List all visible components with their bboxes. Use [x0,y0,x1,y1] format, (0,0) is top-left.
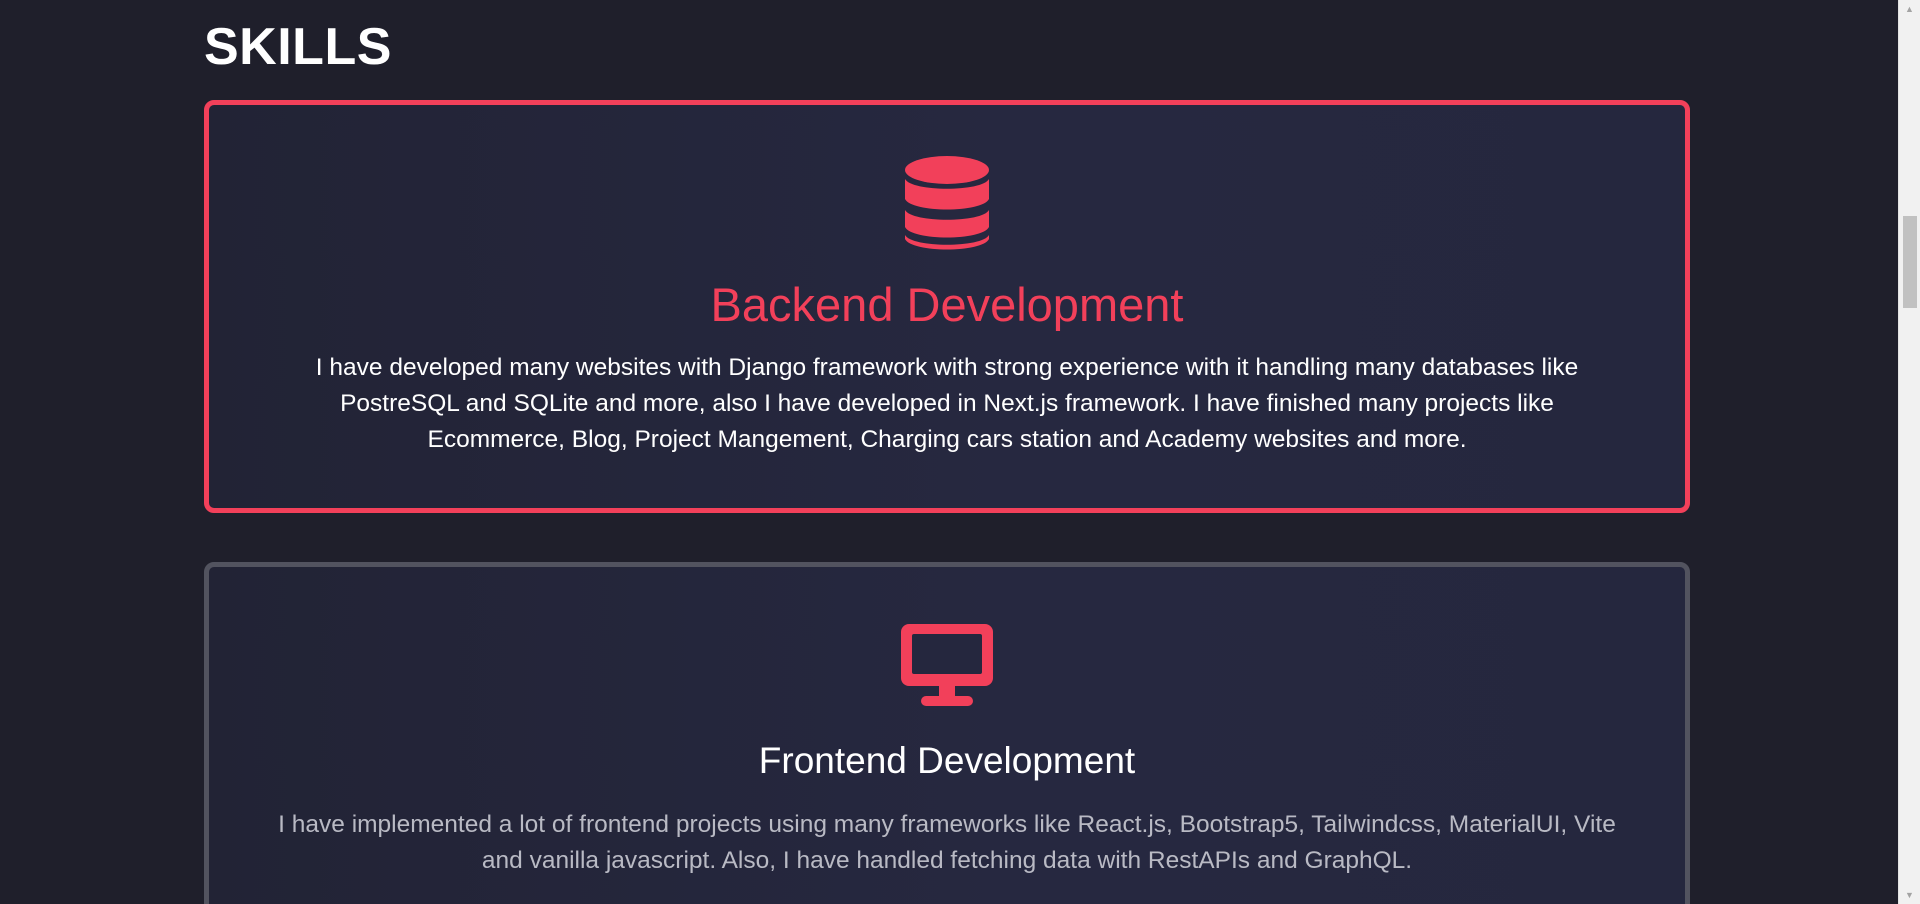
database-icon [904,155,990,258]
desktop-monitor-icon [899,622,995,713]
section-title: SKILLS [204,18,392,76]
skill-card-frontend[interactable]: Frontend Development I have implemented … [204,562,1690,904]
vertical-scrollbar[interactable]: ▲ ▼ [1898,0,1920,904]
skill-card-backend[interactable]: Backend Development I have developed man… [204,100,1690,513]
skill-card-description: I have implemented a lot of frontend pro… [278,811,1616,874]
triangle-down-icon[interactable]: ▼ [1899,886,1920,904]
skill-card-title: Frontend Development [758,740,1136,781]
skill-card-description: I have developed many websites with Djan… [315,354,1579,453]
scrollbar-thumb[interactable] [1903,216,1917,308]
triangle-up-icon[interactable]: ▲ [1899,0,1920,18]
page-viewport: SKILLS Backend Development I have develo… [0,0,1898,904]
skill-card-title: Backend Development [710,278,1184,331]
